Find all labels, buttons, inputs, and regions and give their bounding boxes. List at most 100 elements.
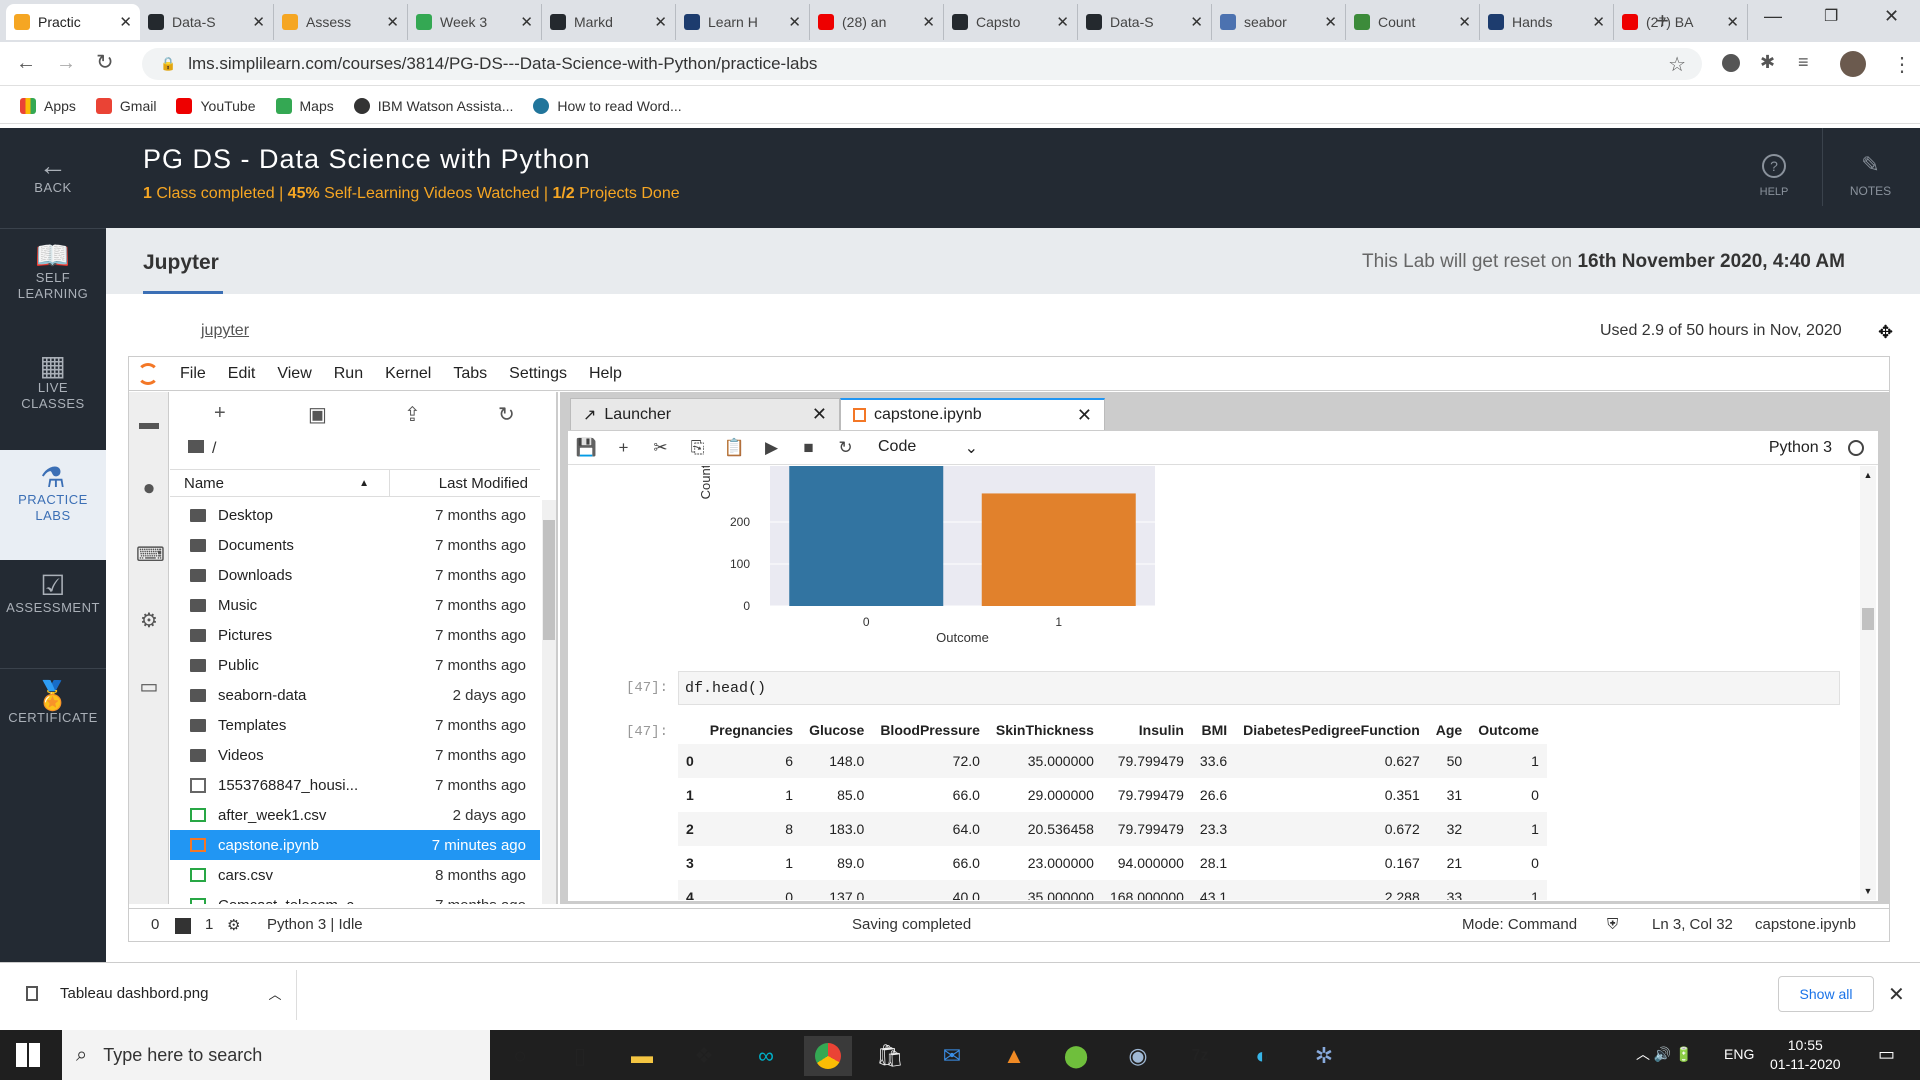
- cut-icon[interactable]: ✂: [642, 438, 679, 458]
- minimize-button[interactable]: —: [1764, 6, 1782, 27]
- browser-tab[interactable]: Hands ✕: [1480, 4, 1614, 40]
- help-button[interactable]: ? HELP: [1734, 150, 1814, 198]
- menu-settings[interactable]: Settings: [509, 365, 567, 383]
- upload-icon[interactable]: ⇪: [404, 402, 421, 427]
- file-row[interactable]: Documents 7 months ago: [170, 530, 540, 560]
- vlc-icon[interactable]: ▲: [990, 1036, 1038, 1076]
- browser-tab[interactable]: Data-S ✕: [140, 4, 274, 40]
- url-omnibox[interactable]: 🔒 lms.simplilearn.com/courses/3814/PG-DS…: [142, 48, 1702, 80]
- close-tab-icon[interactable]: ✕: [1592, 13, 1605, 31]
- file-row[interactable]: 1553768847_housi... 7 months ago: [170, 770, 540, 800]
- close-tab-icon[interactable]: ✕: [922, 13, 935, 31]
- kernel-name[interactable]: Python 3: [1769, 439, 1832, 457]
- browser-tab[interactable]: (27) BA ✕: [1614, 4, 1748, 40]
- new-tab-button[interactable]: +: [1656, 8, 1669, 34]
- sidebar-practice-labs[interactable]: ⚗ PRACTICE LABS: [0, 450, 106, 560]
- save-icon[interactable]: 💾: [568, 438, 605, 458]
- sidebar-live-classes[interactable]: ▦ LIVE CLASSES: [0, 352, 106, 412]
- close-tab-icon[interactable]: ✕: [812, 404, 827, 425]
- chrome-icon[interactable]: [804, 1036, 852, 1076]
- file-row[interactable]: Pictures 7 months ago: [170, 620, 540, 650]
- menu-file[interactable]: File: [180, 365, 206, 383]
- browser-tab[interactable]: Practic ✕: [6, 4, 140, 40]
- tray-icons[interactable]: ︿ 🔊 🔋: [1636, 1044, 1693, 1064]
- maximize-button[interactable]: ❐: [1824, 6, 1838, 26]
- tabs-icon[interactable]: ▭: [136, 674, 162, 700]
- copy-icon[interactable]: ⎘: [679, 438, 716, 458]
- back-arrow-icon[interactable]: ←: [16, 52, 36, 75]
- restart-icon[interactable]: ↻: [827, 438, 864, 458]
- new-launcher-icon[interactable]: +: [214, 402, 226, 425]
- star-icon[interactable]: ☆: [1668, 52, 1686, 77]
- file-row[interactable]: capstone.ipynb 7 minutes ago: [170, 830, 540, 860]
- run-icon[interactable]: ▶: [753, 438, 790, 458]
- forward-arrow-icon[interactable]: →: [56, 52, 76, 75]
- taskbar-search[interactable]: ⌕ Type here to search: [62, 1030, 490, 1080]
- browser-tab[interactable]: Count ✕: [1346, 4, 1480, 40]
- jupyter-link[interactable]: jupyter: [201, 322, 249, 340]
- close-tab-icon[interactable]: ✕: [1077, 405, 1092, 426]
- close-tab-icon[interactable]: ✕: [1458, 13, 1471, 31]
- column-name-header[interactable]: Name ▲: [170, 470, 390, 496]
- bookmark-word[interactable]: How to read Word...: [533, 97, 682, 114]
- sidebar-assessment[interactable]: ☑ ASSESSMENT: [0, 572, 106, 616]
- cortana-icon[interactable]: ○: [496, 1036, 544, 1076]
- file-list-scroll-thumb[interactable]: [543, 520, 555, 640]
- file-row[interactable]: Public 7 months ago: [170, 650, 540, 680]
- browser-tab[interactable]: (28) an ✕: [810, 4, 944, 40]
- cursor-position[interactable]: Ln 3, Col 32: [1652, 916, 1733, 933]
- close-tab-icon[interactable]: ✕: [1190, 13, 1203, 31]
- profile-avatar[interactable]: [1840, 51, 1866, 77]
- show-all-button[interactable]: Show all: [1778, 976, 1874, 1012]
- menu-edit[interactable]: Edit: [228, 365, 256, 383]
- notebook-scroll-thumb[interactable]: [1862, 608, 1874, 630]
- menu-kebab-icon[interactable]: ⋮: [1892, 52, 1912, 77]
- bookmark-ibm-watson[interactable]: IBM Watson Assista...: [353, 97, 513, 114]
- menu-kernel[interactable]: Kernel: [385, 365, 431, 383]
- commands-icon[interactable]: ⌨: [136, 542, 165, 568]
- dropbox-icon[interactable]: ❖: [680, 1036, 728, 1076]
- browser-tab[interactable]: Markd ✕: [542, 4, 676, 40]
- new-folder-icon[interactable]: ▣: [308, 402, 327, 427]
- snipping-icon[interactable]: ✲: [1300, 1036, 1348, 1076]
- notifications-icon[interactable]: ▭: [1878, 1044, 1895, 1065]
- extension-icon[interactable]: [1722, 54, 1740, 72]
- bookmark-apps[interactable]: Apps: [20, 97, 76, 114]
- close-downloads-icon[interactable]: ✕: [1888, 982, 1905, 1007]
- close-window-button[interactable]: ✕: [1884, 6, 1899, 27]
- file-row[interactable]: Comcast_telecom_c...7 months ago: [170, 890, 540, 904]
- insert-cell-icon[interactable]: +: [605, 438, 642, 458]
- notes-button[interactable]: ✎ NOTES: [1822, 128, 1918, 206]
- scroll-down-icon[interactable]: ▼: [1860, 886, 1876, 896]
- close-tab-icon[interactable]: ✕: [252, 13, 265, 31]
- windows-start-icon[interactable]: [16, 1043, 40, 1067]
- arduino-icon[interactable]: ∞: [742, 1036, 790, 1076]
- file-row[interactable]: Desktop 7 months ago: [170, 500, 540, 530]
- file-row[interactable]: Music 7 months ago: [170, 590, 540, 620]
- running-icon[interactable]: ⏺: [136, 478, 162, 504]
- bookmark-maps[interactable]: Maps: [275, 97, 334, 114]
- scroll-up-icon[interactable]: ▲: [1860, 470, 1876, 480]
- menu-run[interactable]: Run: [334, 365, 363, 383]
- chevron-up-icon[interactable]: ︿: [268, 984, 281, 1003]
- file-row[interactable]: Templates 7 months ago: [170, 710, 540, 740]
- close-tab-icon[interactable]: ✕: [1056, 13, 1069, 31]
- browser-tab[interactable]: Data-S ✕: [1078, 4, 1212, 40]
- media-icon[interactable]: ≡: [1798, 52, 1809, 73]
- tab-capstone[interactable]: capstone.ipynb ✕: [840, 398, 1105, 430]
- menu-view[interactable]: View: [277, 365, 311, 383]
- mode-indicator[interactable]: Mode: Command: [1462, 916, 1577, 933]
- property-inspector-icon[interactable]: ⚙: [136, 608, 162, 634]
- tab-jupyter[interactable]: Jupyter: [143, 251, 219, 275]
- file-row[interactable]: Downloads 7 months ago: [170, 560, 540, 590]
- bookmark-youtube[interactable]: YouTube: [176, 97, 256, 114]
- sidebar-back[interactable]: ← BACK: [0, 152, 106, 196]
- sidebar-self-learning[interactable]: 📖 SELF LEARNING: [0, 242, 106, 302]
- reload-icon[interactable]: ↻: [96, 50, 114, 75]
- sidebar-certificate[interactable]: 🏅 CERTIFICATE: [0, 682, 106, 726]
- paste-icon[interactable]: 📋: [716, 438, 753, 458]
- edge-icon[interactable]: ◐: [1238, 1036, 1286, 1076]
- file-row[interactable]: cars.csv 8 months ago: [170, 860, 540, 890]
- refresh-icon[interactable]: ↻: [498, 402, 515, 427]
- folder-icon[interactable]: ▬: [136, 412, 162, 438]
